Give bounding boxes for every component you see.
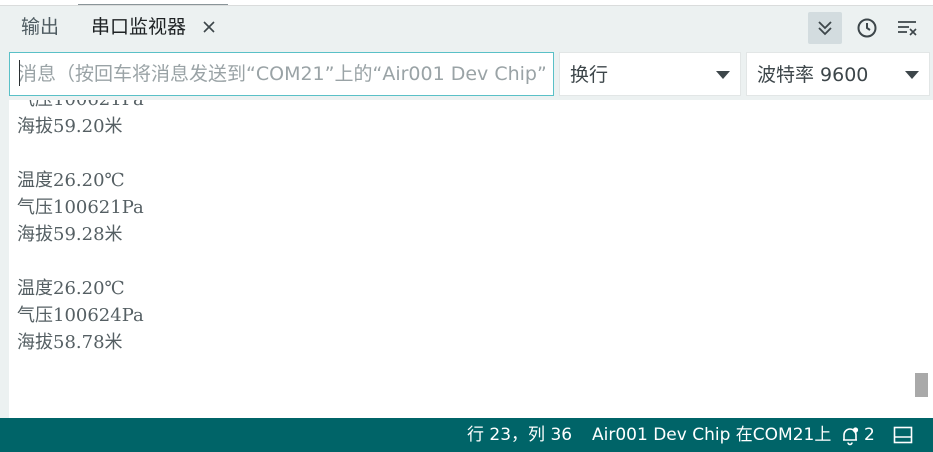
panel-toggle-icon[interactable] [893, 426, 913, 444]
baud-rate-value: 波特率 9600 [757, 64, 869, 86]
output-line: 海拔58.78米 [17, 332, 123, 353]
output-line: 气压100624Pa [17, 305, 144, 326]
baud-rate-select[interactable]: 波特率 9600 [746, 52, 930, 96]
autoscroll-button[interactable] [808, 12, 842, 44]
scrollbar-thumb[interactable] [915, 373, 928, 397]
message-controls: 换行 波特率 9600 [0, 48, 933, 100]
output-line: 海拔59.20米 [17, 116, 123, 137]
chevron-down-icon [905, 71, 919, 79]
output-lines: 气压100621Pa 海拔59.20米 温度26.20℃ 气压100621Pa … [17, 100, 144, 356]
status-bar: 行 23，列 36 Air001 Dev Chip 在COM21上 2 [0, 418, 933, 452]
panel-tabbar: 输出 串口监视器 [0, 6, 933, 48]
text-cursor [19, 60, 20, 86]
tab-serial-monitor[interactable]: 串口监视器 [91, 6, 186, 48]
line-ending-select[interactable]: 换行 [559, 52, 741, 96]
board-port-status[interactable]: Air001 Dev Chip 在COM21上 [592, 418, 831, 452]
timestamp-button[interactable] [850, 12, 884, 44]
clear-output-button[interactable] [890, 12, 924, 44]
close-icon[interactable] [200, 18, 218, 36]
chevron-down-icon [716, 71, 730, 79]
output-line: 温度26.20℃ [17, 278, 125, 299]
output-line: 气压100621Pa [17, 197, 144, 218]
tab-indicator [78, 4, 228, 5]
notification-count[interactable]: 2 [864, 418, 875, 452]
output-line: 气压100621Pa [17, 100, 144, 113]
output-line: 海拔59.28米 [17, 224, 123, 245]
serial-output[interactable]: 气压100621Pa 海拔59.20米 温度26.20℃ 气压100621Pa … [0, 100, 933, 418]
message-input[interactable] [9, 52, 554, 96]
output-line: 温度26.20℃ [17, 170, 125, 191]
bell-icon[interactable] [840, 426, 860, 446]
cursor-position[interactable]: 行 23，列 36 [467, 418, 572, 452]
tab-output[interactable]: 输出 [21, 6, 59, 48]
line-ending-value: 换行 [570, 64, 609, 86]
